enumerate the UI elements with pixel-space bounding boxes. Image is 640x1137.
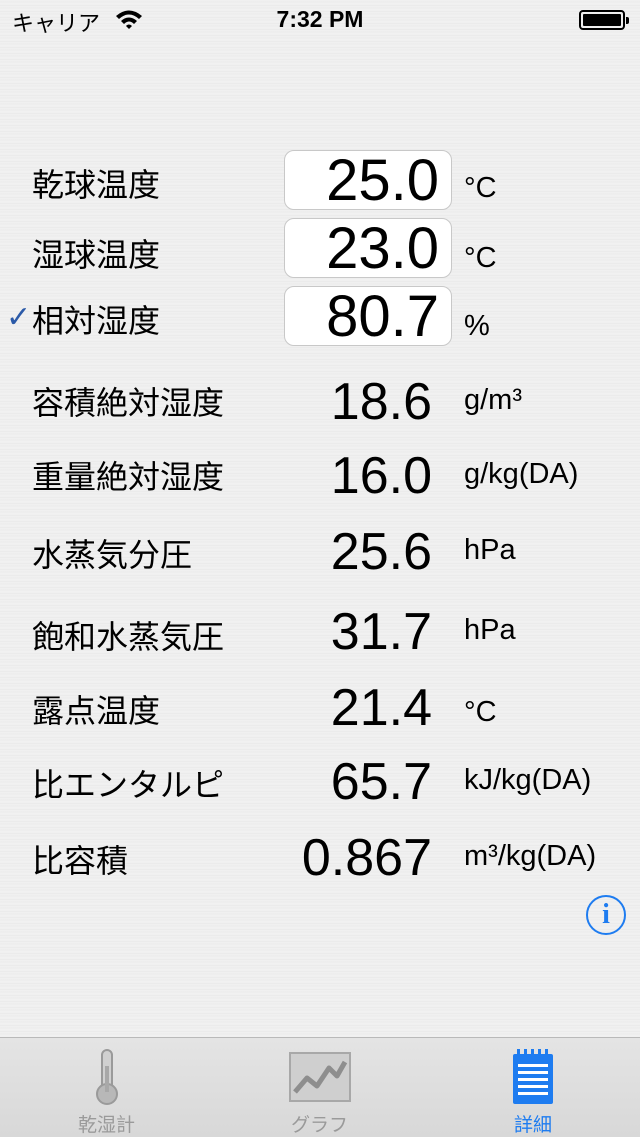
tab-label: 詳細: [513, 1114, 552, 1136]
row-vapor-partial-pressure: 水蒸気分圧 25.6 hPa: [0, 522, 640, 582]
tab-label: グラフ: [290, 1114, 348, 1136]
tab-details[interactable]: 詳細: [426, 1038, 640, 1137]
tab-psychrometer[interactable]: 乾湿計: [0, 1038, 213, 1137]
result-value: 31.7: [330, 603, 432, 661]
relative-humidity-unit: %: [464, 310, 490, 342]
wet-bulb-input[interactable]: 23.0: [284, 216, 452, 281]
status-time: 7:32 PM: [276, 6, 364, 32]
graph-icon: [288, 1052, 351, 1106]
result-unit: kJ/kg(DA): [464, 764, 592, 796]
selected-check-icon: ✓: [6, 300, 32, 335]
row-dry-bulb-temp: 乾球温度 25.0 °C: [0, 150, 640, 212]
dry-bulb-unit: °C: [464, 172, 497, 204]
result-label: 露点温度: [32, 692, 161, 730]
tab-graph[interactable]: グラフ: [213, 1038, 426, 1137]
result-value: 25.6: [330, 523, 432, 581]
wet-bulb-unit: °C: [464, 242, 497, 274]
result-unit: °C: [464, 696, 497, 728]
result-value: 0.867: [301, 829, 432, 887]
result-label: 水蒸気分圧: [32, 536, 193, 574]
result-unit: m³/kg(DA): [464, 840, 597, 872]
wet-bulb-value: 23.0: [326, 216, 439, 281]
wet-bulb-label: 湿球温度: [32, 236, 161, 274]
result-label: 容積絶対湿度: [32, 384, 225, 422]
row-saturated-vapor-pressure: 飽和水蒸気圧 31.7 hPa: [0, 602, 640, 662]
dry-bulb-label: 乾球温度: [32, 166, 161, 204]
result-label: 飽和水蒸気圧: [32, 618, 225, 656]
row-weight-absolute-humidity: 重量絶対湿度 16.0 g/kg(DA): [0, 446, 640, 506]
row-relative-humidity: ✓ 相対湿度 80.7 %: [0, 286, 640, 348]
notepad-icon: [511, 1048, 555, 1110]
row-specific-enthalpy: 比エンタルピ 65.7 kJ/kg(DA): [0, 752, 640, 812]
dry-bulb-value: 25.0: [326, 148, 439, 213]
result-value: 65.7: [330, 753, 432, 811]
result-label: 重量絶対湿度: [32, 458, 225, 496]
result-value: 16.0: [330, 447, 432, 505]
dry-bulb-input[interactable]: 25.0: [284, 148, 452, 213]
result-unit: g/m³: [464, 384, 522, 416]
result-label: 比容積: [32, 842, 129, 880]
row-wet-bulb-temp: 湿球温度 23.0 °C: [0, 218, 640, 280]
tab-label: 乾湿計: [77, 1114, 135, 1136]
tab-bar: 乾湿計 グラフ 詳細: [0, 1037, 640, 1137]
battery-icon: [579, 10, 629, 30]
result-value: 18.6: [330, 373, 432, 431]
relative-humidity-label: 相対湿度: [32, 302, 161, 340]
result-unit: g/kg(DA): [464, 458, 579, 490]
relative-humidity-input[interactable]: 80.7: [284, 284, 452, 349]
info-glyph: i: [602, 899, 610, 930]
result-label: 比エンタルピ: [32, 766, 225, 804]
row-specific-volume: 比容積 0.867 m³/kg(DA): [0, 828, 640, 888]
row-dew-point: 露点温度 21.4 °C: [0, 678, 640, 738]
thermometer-icon: [92, 1048, 122, 1110]
relative-humidity-value: 80.7: [326, 284, 439, 349]
result-unit: hPa: [464, 534, 516, 566]
row-volumetric-absolute-humidity: 容積絶対湿度 18.6 g/m³: [0, 372, 640, 432]
info-icon[interactable]: i: [586, 895, 626, 935]
status-bar: キャリア 7:32 PM: [0, 0, 640, 40]
result-value: 21.4: [330, 679, 432, 737]
result-unit: hPa: [464, 614, 516, 646]
